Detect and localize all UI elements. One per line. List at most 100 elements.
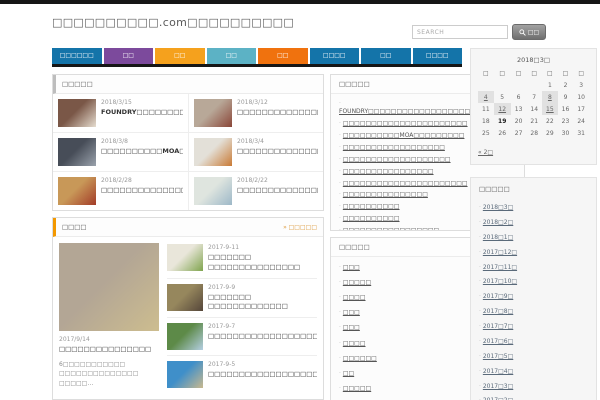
calendar-day-link[interactable]: 8	[542, 91, 558, 103]
article-title[interactable]: □□□□□□□□□□□□□□□□□□□□□□□	[208, 332, 317, 342]
section-heading-text: □□□□□	[339, 243, 370, 251]
recent-post-link[interactable]: □□□□□□□□□□□□□□□□□□	[343, 144, 445, 151]
recent-post-link[interactable]: □□□□□□□□□□MOA□□□□□□□□□	[343, 132, 465, 139]
category-link[interactable]: □□□□□	[343, 279, 371, 286]
list-item: 2017□2□	[479, 394, 588, 400]
calendar-day: 31	[577, 129, 585, 137]
archive-link[interactable]: 2018□1□	[483, 234, 513, 241]
article-card[interactable]: 2018/3/12 □□□□□□□□□□□□□□□□□□□□□□	[188, 94, 323, 133]
archive-link[interactable]: 2017□7□	[483, 323, 513, 330]
article-date: 2018/2/22	[237, 177, 268, 184]
calendar-day: 28	[530, 129, 539, 137]
article-thumbnail	[194, 99, 232, 127]
calendar-day-link[interactable]: 12	[493, 103, 511, 115]
featured-article[interactable]: 2017/9/14 □□□□□□□□□□□□□□□ 6□□□□□□□□□□□ □…	[59, 243, 159, 393]
nav-item-4[interactable]: □□	[258, 48, 308, 64]
nav-item-2[interactable]: □□	[155, 48, 205, 64]
archive-link[interactable]: 2017□5□	[483, 353, 513, 360]
article-title[interactable]: FOUNDRY□□□□□□□□□□□□□□□□□□□□□□□□□…	[101, 108, 183, 118]
article-title[interactable]: □□□□□□□ □□□□□□□□□□□□□□□	[208, 253, 317, 273]
article-card[interactable]: 2018/3/4 □□□□□□□□□□□□□□□□□	[188, 133, 323, 172]
article-date: 2017-9-7	[208, 323, 236, 330]
calendar-prev-month-link[interactable]: « 2□	[478, 149, 493, 156]
article-card[interactable]: 2018/2/28 □□□□□□□□□□□□□□□□□□□□□	[53, 172, 188, 210]
archive-link[interactable]: 2017□8□	[483, 308, 513, 315]
recent-post-link[interactable]: □□□□□□□□□□□□□□□□□	[343, 227, 439, 230]
archive-link[interactable]: 2017□4□	[483, 368, 513, 375]
new-articles-heading: □□□□□	[53, 75, 323, 94]
article-thumbnail	[58, 177, 96, 205]
article-title[interactable]: □□□□□□□□□□□□□□□	[59, 345, 159, 355]
list-item[interactable]: 2017-9-11 □□□□□□□ □□□□□□□□□□□□□□□	[167, 243, 317, 279]
list-item[interactable]: 2017-9-9 □□□□□□□ □□□□□□□□□□□□□	[167, 279, 317, 318]
nav-item-1[interactable]: □□	[103, 48, 153, 64]
recent-post-link[interactable]: □□□□□□□□□□	[343, 215, 400, 222]
recent-post-link[interactable]: □□□□□□□□□□□□□□□□	[343, 168, 434, 175]
calendar-day: 3	[579, 81, 584, 89]
article-title[interactable]: □□□□□□□□□□□□□□□□□	[237, 147, 318, 157]
category-link[interactable]: □□□□	[343, 294, 366, 301]
calendar-day: 24	[577, 117, 585, 125]
article-title[interactable]: □□□□□□□□□□□□□□□□□□□□□	[208, 370, 317, 380]
archive-link[interactable]: 2018□2□	[483, 219, 513, 226]
search-input[interactable]	[412, 25, 508, 39]
calendar-day: 2	[563, 81, 568, 89]
category-link[interactable]: □□□	[343, 309, 360, 316]
article-title[interactable]: □□□□□□□□□□□□□□□□	[237, 186, 318, 196]
archive-link[interactable]: 2018□3□	[483, 204, 513, 211]
category-link[interactable]: □□□□□□	[343, 355, 377, 362]
list-item[interactable]: 2017-9-5 □□□□□□□□□□□□□□□□□□□□□	[167, 356, 317, 393]
section-heading-text: □□□□□	[62, 80, 93, 88]
nav-item-home[interactable]: □□□□□□	[52, 48, 102, 64]
article-title[interactable]: □□□□□□□□□□□□□□□□□□□□□	[101, 186, 183, 196]
nav-item-7[interactable]: □□□□	[412, 48, 462, 64]
article-card[interactable]: 2018/2/22 □□□□□□□□□□□□□□□□	[188, 172, 323, 210]
list-item: 2017□7□	[479, 320, 588, 335]
search-button[interactable]: □□	[512, 24, 546, 40]
featured-article-thumbnail	[59, 243, 159, 331]
list-item: 2018□1□	[479, 231, 588, 246]
calendar-day: 21	[530, 117, 539, 125]
list-item[interactable]: 2017-9-7 □□□□□□□□□□□□□□□□□□□□□□□	[167, 318, 317, 356]
article-title[interactable]: □□□□□□□□□□□□□□□□□□□□□□	[237, 108, 318, 118]
calendar-day: 25	[482, 129, 490, 137]
article-card[interactable]: 2018/3/8 □□□□□□□□□□MOA□□□□□□□□□	[53, 133, 188, 172]
recent-post-link[interactable]: □□□□□□□□□□□□□□□□□□□□□□	[343, 180, 468, 187]
list-item: 2017□12□	[479, 246, 588, 261]
article-title[interactable]: □□□□□□□ □□□□□□□□□□□□□	[208, 293, 317, 313]
recent-post-link[interactable]: □□□□□□□□□□□□□□□□□□□□□□	[343, 120, 468, 127]
archive-link[interactable]: 2017□3□	[483, 383, 513, 390]
category-link[interactable]: □□□□□	[343, 385, 371, 392]
main-navigation: □□□□□□ □□ □□ □□ □□ □□□□ □□ □□□□	[52, 48, 462, 67]
archive-link[interactable]: 2017□10□	[483, 278, 517, 285]
calendar-day: 5	[500, 93, 505, 101]
category-link[interactable]: □□□	[343, 324, 360, 331]
archive-link[interactable]: 2017□9□	[483, 293, 513, 300]
article-thumbnail	[58, 138, 96, 166]
archives-heading: □□□□□	[479, 185, 510, 193]
pickup-heading: □□□□ » □□□□□	[53, 218, 323, 237]
article-card[interactable]: 2018/3/15 FOUNDRY□□□□□□□□□□□□□□□□□□□□□□□…	[53, 94, 188, 133]
nav-item-5[interactable]: □□□□	[309, 48, 359, 64]
category-link[interactable]: □□□□	[343, 340, 366, 347]
calendar-day-link[interactable]: 4	[478, 91, 494, 103]
archive-link[interactable]: 2017□12□	[483, 249, 517, 256]
calendar-day-header: □	[515, 70, 522, 77]
pickup-article-list: 2017-9-11 □□□□□□□ □□□□□□□□□□□□□□□ 2017-9…	[167, 243, 317, 393]
recent-post-link[interactable]: □□□□□□□□□□	[343, 203, 400, 210]
recent-post-link[interactable]: □□□□□□□□□□□□□□□□□□□	[343, 156, 451, 163]
category-link[interactable]: □□□	[343, 264, 360, 271]
calendar-day: 9	[563, 93, 568, 101]
calendar-day-today: 19	[498, 117, 507, 125]
archive-link[interactable]: 2017□11□	[483, 264, 517, 271]
archive-link[interactable]: 2017□6□	[483, 338, 513, 345]
category-link[interactable]: □□	[343, 370, 354, 377]
list-item: 2017□9□	[479, 290, 588, 305]
calendar-day: 30	[561, 129, 570, 137]
nav-item-6[interactable]: □□	[361, 48, 411, 64]
nav-item-3[interactable]: □□	[206, 48, 256, 64]
view-more-link[interactable]: » □□□□□	[283, 224, 317, 231]
calendar-day-link[interactable]: 15	[542, 103, 558, 115]
article-title[interactable]: □□□□□□□□□□MOA□□□□□□□□□	[101, 147, 183, 157]
recent-post-link[interactable]: □□□□□□□□□□□□□□□	[343, 191, 428, 198]
